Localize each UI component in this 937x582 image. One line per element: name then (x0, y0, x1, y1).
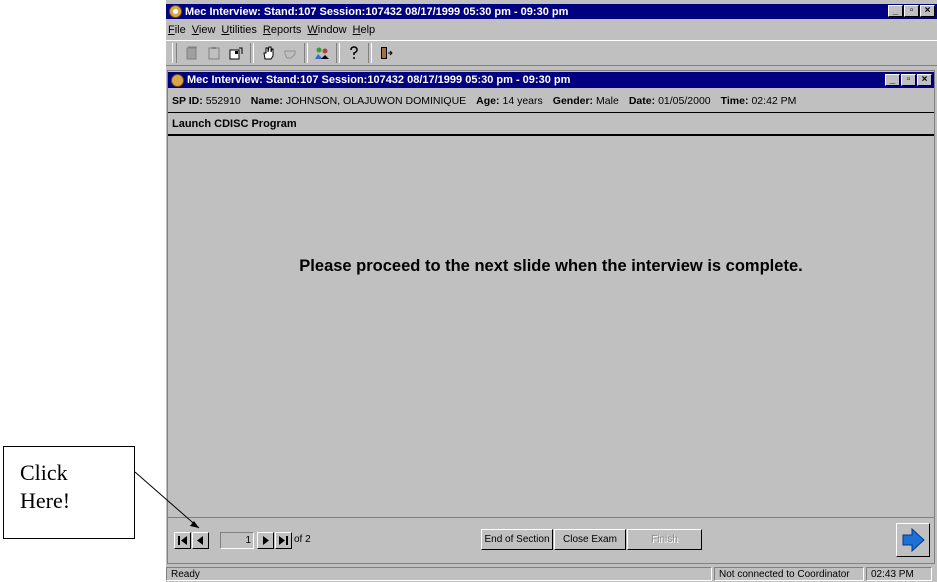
callout-pointer-arrow (134, 471, 200, 529)
